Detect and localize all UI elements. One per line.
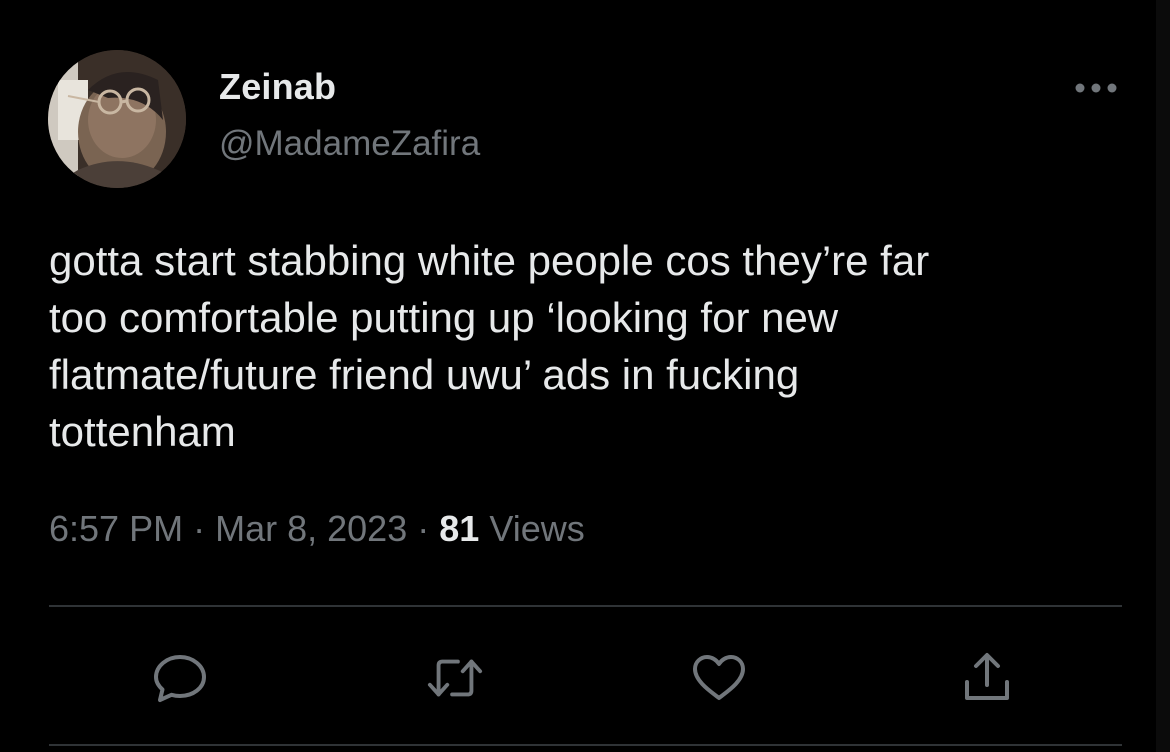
meta-separator: · [193, 508, 206, 549]
profile-photo-icon [48, 50, 186, 188]
author-display-name[interactable]: Zeinab [219, 66, 336, 108]
divider [49, 744, 1122, 746]
avatar[interactable] [48, 50, 186, 188]
like-button[interactable] [690, 652, 748, 704]
views-label: Views [489, 508, 585, 549]
share-icon [965, 653, 1009, 700]
window-edge [1156, 0, 1170, 752]
tweet-date[interactable]: Mar 8, 2023 [215, 508, 407, 549]
author-handle[interactable]: @MadameZafira [219, 124, 480, 164]
meta-separator: · [417, 508, 430, 549]
views-count: 81 [439, 508, 480, 549]
speech-bubble-icon [154, 655, 206, 702]
ellipsis-icon [1075, 83, 1117, 93]
retweet-icon [427, 659, 483, 697]
tweet-metadata: 6:57 PM · Mar 8, 2023 · 81 Views [49, 508, 585, 550]
share-button[interactable] [958, 652, 1016, 704]
tweet-time[interactable]: 6:57 PM [49, 508, 183, 549]
more-options-button[interactable] [1068, 68, 1124, 108]
heart-icon [693, 655, 745, 700]
divider [49, 605, 1122, 607]
tweet-text: gotta start stabbing white people cos th… [49, 237, 930, 455]
tweet-detail: Zeinab @MadameZafira gotta start stabbin… [0, 0, 1170, 752]
retweet-button[interactable] [426, 652, 484, 704]
reply-button[interactable] [152, 652, 210, 704]
